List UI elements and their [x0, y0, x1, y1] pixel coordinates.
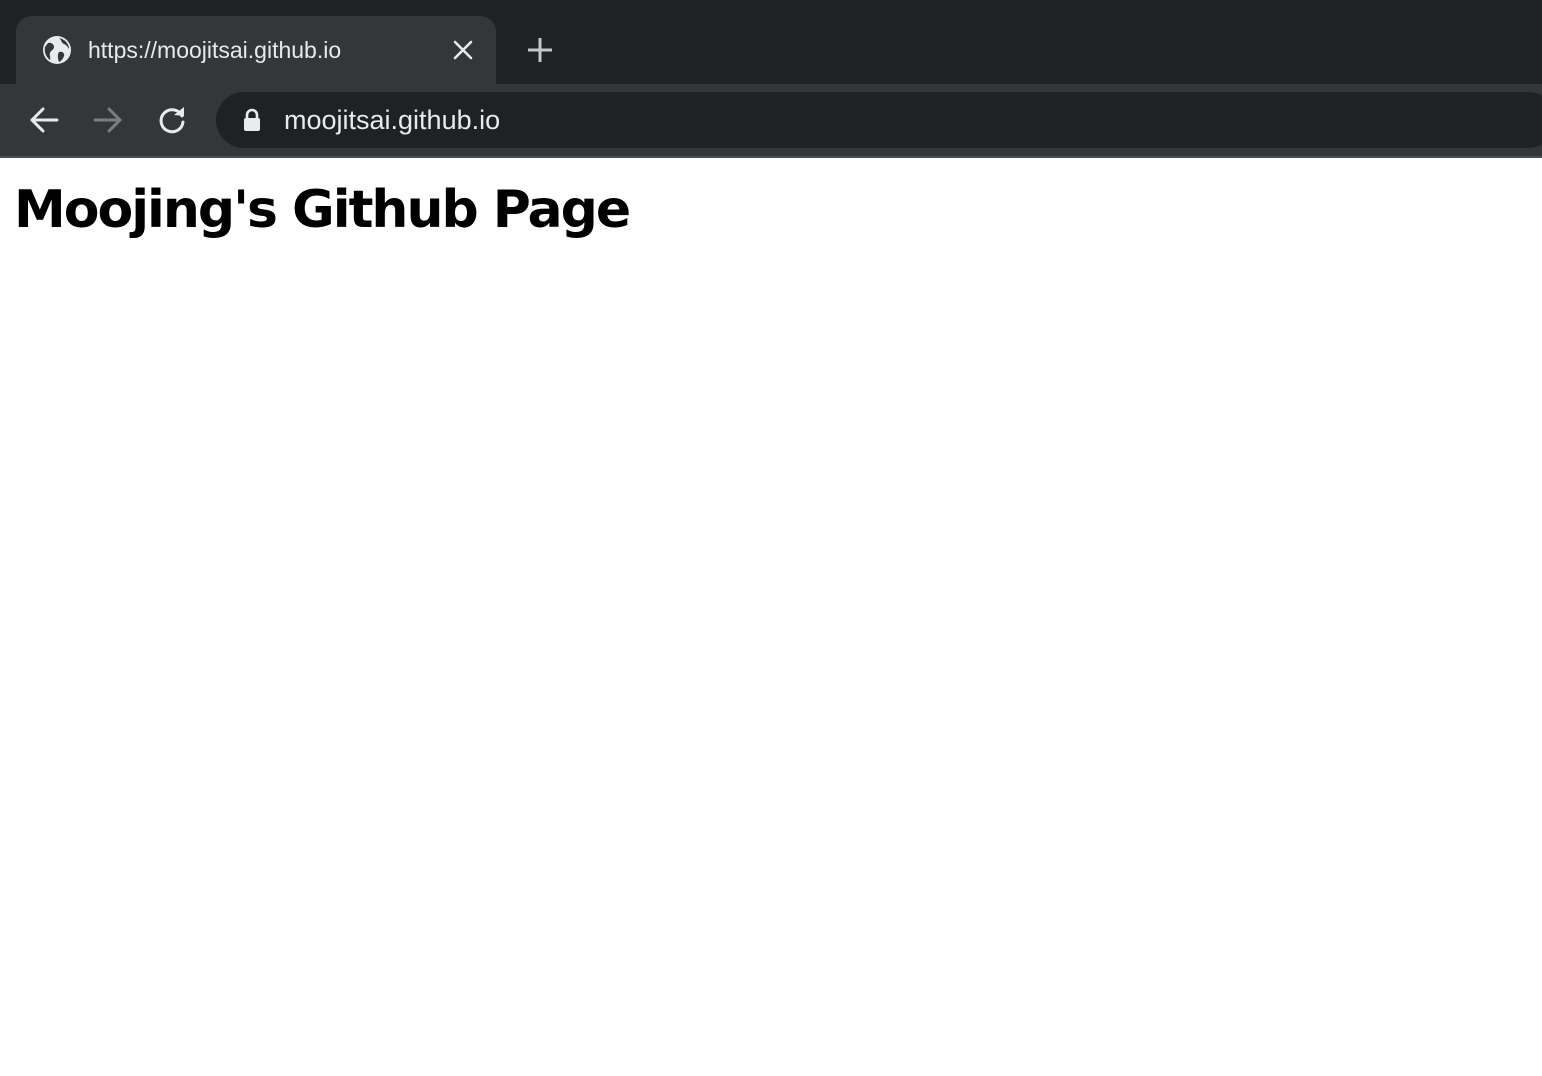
plus-icon[interactable]	[524, 34, 556, 66]
close-icon[interactable]	[450, 37, 476, 63]
url-text[interactable]: moojitsai.github.io	[284, 105, 500, 135]
arrow-left-icon[interactable]	[26, 102, 62, 138]
globe-icon	[42, 35, 72, 65]
tab-title: https://moojitsai.github.io	[88, 37, 342, 63]
browser-toolbar: moojitsai.github.io	[0, 84, 1542, 156]
browser-tab[interactable]: https://moojitsai.github.io	[16, 16, 496, 84]
address-bar[interactable]: moojitsai.github.io	[216, 92, 1542, 148]
page-content: Moojing's Github Page	[0, 158, 1542, 1076]
page-title: Moojing's Github Page	[14, 180, 631, 240]
reload-icon[interactable]	[154, 102, 190, 138]
lock-icon[interactable]	[242, 108, 262, 132]
arrow-right-icon[interactable]	[90, 102, 126, 138]
tab-strip: https://moojitsai.github.io	[0, 0, 1542, 84]
